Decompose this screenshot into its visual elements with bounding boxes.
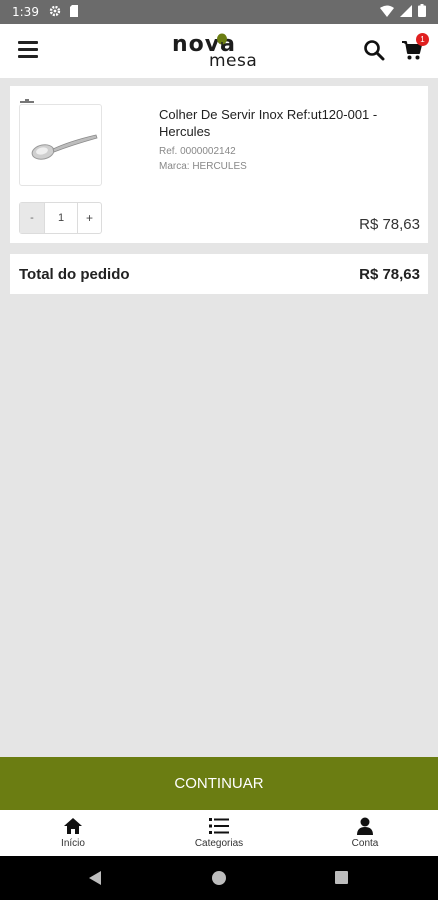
system-nav-bar [0, 856, 438, 900]
home-button[interactable] [212, 871, 226, 885]
continue-button[interactable]: CONTINUAR [0, 757, 438, 810]
recent-apps-button[interactable] [335, 871, 348, 884]
status-bar: 1:39 [0, 0, 438, 24]
order-total: Total do pedido R$ 78,63 [10, 254, 428, 294]
product-brand: Marca: HERCULES [159, 161, 247, 172]
product-name[interactable]: Colher De Servir Inox Ref:ut120-001 - He… [159, 106, 409, 140]
menu-icon-bar [18, 55, 38, 58]
quantity-value[interactable]: 1 [45, 203, 77, 233]
wifi-icon [380, 5, 394, 20]
product-image[interactable] [19, 104, 102, 186]
nav-item-categories[interactable]: Categorias [146, 810, 292, 856]
item-price: R$ 78,63 [359, 216, 420, 233]
back-button[interactable] [88, 871, 102, 885]
menu-icon-bar [18, 41, 38, 44]
nav-item-account[interactable]: Conta [292, 810, 438, 856]
decrease-quantity-button[interactable]: - [20, 203, 45, 233]
nav-label-account: Conta [351, 838, 379, 849]
nav-label-home: Início [61, 838, 85, 849]
search-button[interactable] [363, 39, 385, 61]
app-header: nova mesa 1 [0, 24, 438, 78]
order-total-value: R$ 78,63 [359, 266, 420, 283]
status-right-icons [380, 4, 426, 20]
battery-icon [418, 4, 426, 20]
signal-icon [400, 4, 412, 20]
list-icon [209, 818, 229, 834]
increase-quantity-button[interactable]: + [77, 203, 101, 233]
status-time: 1:39 [12, 5, 39, 19]
menu-button[interactable] [18, 41, 38, 59]
search-icon [364, 40, 385, 61]
cart-item: Colher De Servir Inox Ref:ut120-001 - He… [10, 86, 428, 243]
order-total-label: Total do pedido [19, 266, 130, 283]
nav-item-home[interactable]: Início [0, 810, 146, 856]
settings-icon [49, 5, 61, 20]
spoon-image [31, 134, 98, 160]
product-ref: Ref. 0000002142 [159, 146, 236, 157]
logo-word-mesa: mesa [209, 51, 258, 71]
quantity-stepper: - 1 + [19, 202, 102, 234]
home-icon [64, 818, 82, 834]
logo-leaf-icon [217, 33, 227, 49]
nav-label-categories: Categorias [194, 838, 244, 849]
nova-mesa-logo[interactable]: nova mesa [172, 32, 272, 72]
bottom-nav: Início Categorias Conta [0, 810, 438, 856]
sd-card-icon [69, 4, 79, 20]
menu-icon-bar [18, 48, 38, 51]
back-triangle-icon [89, 871, 101, 885]
user-icon [357, 817, 373, 835]
cart-count-badge: 1 [416, 33, 429, 46]
cart-button[interactable]: 1 [401, 33, 429, 63]
